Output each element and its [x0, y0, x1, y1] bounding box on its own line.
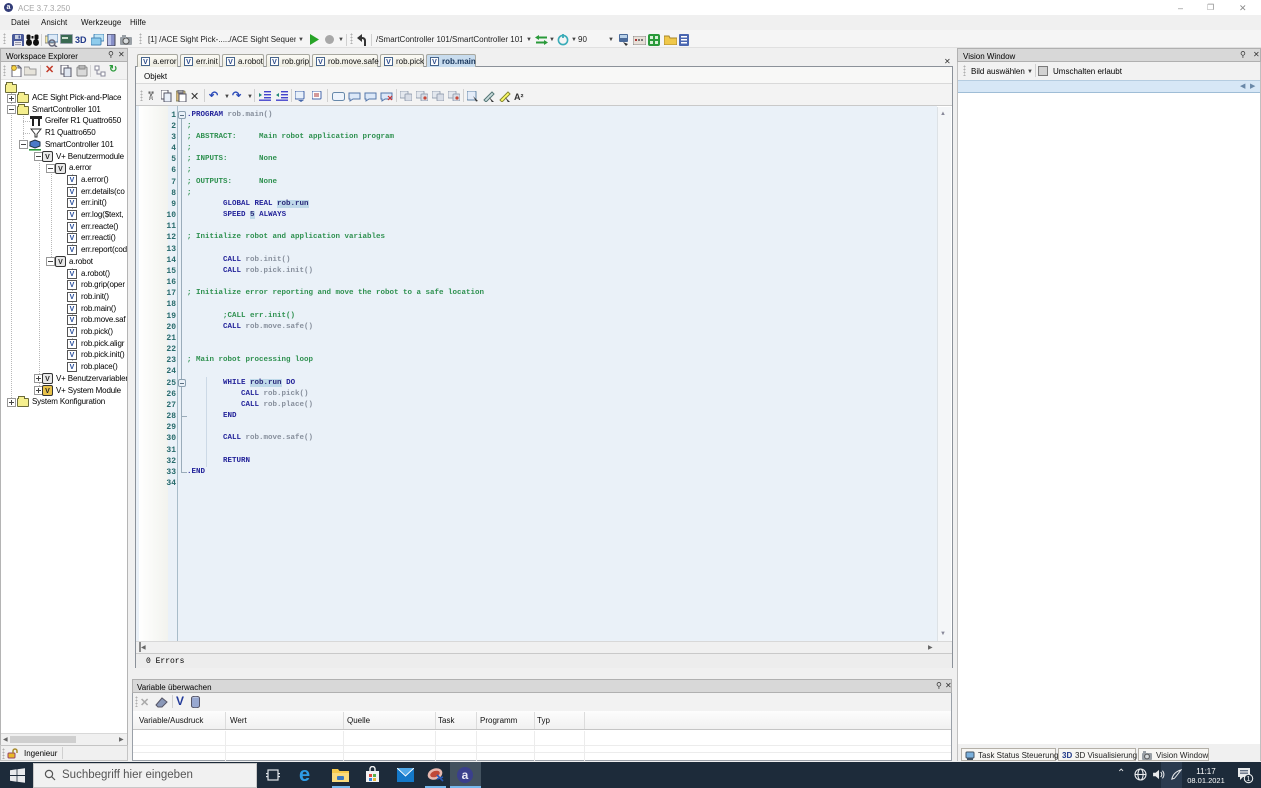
svg-text:1: 1	[1246, 774, 1250, 783]
